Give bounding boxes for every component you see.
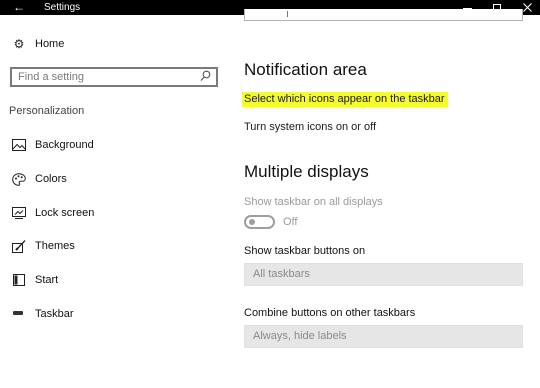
main-content: Notification area Select which icons app…: [228, 9, 540, 388]
select-taskbar-icons-link[interactable]: Select which icons appear on the taskbar: [242, 92, 448, 107]
multiple-displays-heading: Multiple displays: [244, 162, 369, 181]
toggle-knob: [249, 219, 255, 225]
sidebar-item-label: Taskbar: [35, 308, 74, 320]
picture-icon: [11, 137, 27, 153]
sidebar-item-label: Background: [35, 139, 94, 151]
sidebar-item-home[interactable]: ⚙ Home: [0, 29, 228, 59]
taskbar-icon: [13, 311, 23, 315]
sidebar-item-taskbar[interactable]: Taskbar: [0, 299, 228, 329]
taskbar-buttons-dropdown[interactable]: All taskbars: [244, 263, 523, 286]
start-icon: [11, 272, 27, 288]
sidebar-item-label: Themes: [35, 240, 75, 252]
sidebar-item-colors[interactable]: Colors: [0, 164, 228, 194]
dropdown-value: Always, hide labels: [253, 330, 347, 342]
combine-buttons-dropdown[interactable]: Always, hide labels: [244, 325, 523, 348]
show-all-displays-label: Show taskbar on all displays: [244, 196, 383, 208]
sidebar-item-themes[interactable]: Themes: [0, 231, 228, 261]
brush-icon: [11, 238, 27, 254]
dropdown-value: All taskbars: [253, 268, 310, 280]
sidebar-item-background[interactable]: Background: [0, 130, 228, 160]
sidebar-item-label: Home: [35, 38, 65, 50]
gear-icon: ⚙: [13, 37, 25, 51]
search-input[interactable]: Find a setting: [10, 67, 218, 87]
palette-icon: [11, 171, 27, 187]
sidebar-item-start[interactable]: Start: [0, 265, 228, 295]
window-title: Settings: [44, 2, 81, 13]
combine-buttons-label: Combine buttons on other taskbars: [244, 307, 416, 319]
notification-area-heading: Notification area: [244, 60, 367, 79]
show-all-displays-toggle[interactable]: [244, 215, 275, 229]
section-title: Personalization: [9, 105, 85, 117]
toggle-state-text: Off: [283, 216, 298, 228]
close-icon: [522, 3, 532, 12]
search-placeholder: Find a setting: [18, 71, 85, 83]
lock-screen-icon: [11, 205, 27, 221]
system-icons-link[interactable]: Turn system icons on or off: [244, 121, 376, 133]
dropdown-cursor: [287, 11, 288, 17]
sidebar: ⚙ Home Find a setting Personalization Ba…: [0, 15, 228, 388]
sidebar-item-lock-screen[interactable]: Lock screen: [0, 198, 228, 228]
sidebar-item-label: Colors: [35, 173, 67, 185]
sidebar-item-label: Start: [35, 274, 59, 286]
search-icon[interactable]: [200, 70, 212, 84]
taskbar-buttons-label: Show taskbar buttons on: [244, 245, 366, 257]
sidebar-item-label: Lock screen: [35, 207, 95, 219]
partial-dropdown[interactable]: [244, 9, 523, 21]
back-arrow-icon[interactable]: ←: [10, 0, 28, 15]
